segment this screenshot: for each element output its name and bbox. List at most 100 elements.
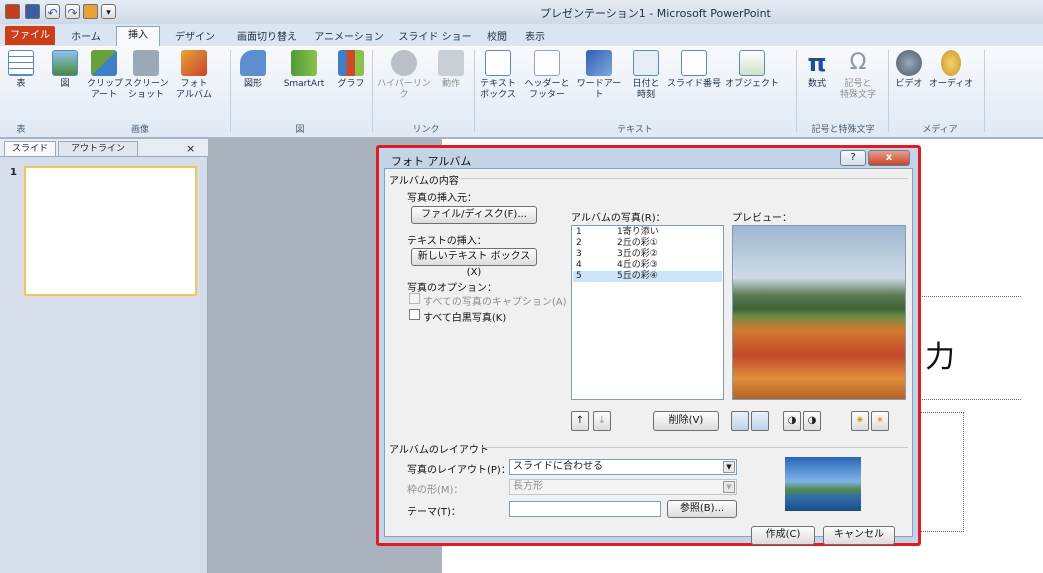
insert-text-label: テキストの挿入：: [407, 236, 487, 247]
theme-input[interactable]: [509, 501, 661, 517]
cancel-button[interactable]: キャンセル: [823, 526, 895, 545]
tab-home[interactable]: ホーム: [66, 28, 106, 43]
brightness-down-icon[interactable]: ✶: [871, 411, 889, 431]
tab-transitions[interactable]: 画面切り替え: [234, 28, 300, 43]
wordart-button[interactable]: ワードアート: [574, 50, 624, 101]
symbol-label: 記号と 特殊文字: [839, 79, 876, 100]
undo-icon[interactable]: ↶: [45, 4, 60, 20]
screenshot-icon: [133, 50, 159, 76]
tab-slideshow[interactable]: スライド ショー: [398, 28, 472, 43]
tab-design[interactable]: デザイン: [170, 28, 220, 43]
photo-album-label: フォト アルバム: [176, 79, 212, 100]
photo-album-qat-icon[interactable]: [83, 4, 98, 19]
clipart-icon: [91, 50, 117, 76]
wordart-icon: [586, 50, 612, 76]
audio-button[interactable]: オーディオ: [928, 50, 974, 90]
tab-view[interactable]: 表示: [520, 28, 550, 43]
audio-label: オーディオ: [928, 79, 974, 89]
file-disk-button[interactable]: ファイル/ディスク(F)...: [411, 206, 537, 224]
picture-button[interactable]: 図: [50, 50, 80, 90]
symbol-button[interactable]: Ω 記号と 特殊文字: [836, 50, 880, 101]
photo-list[interactable]: 1 1寄り添い 2 2丘の彩① 3 3丘の彩② 4 4丘の彩③ 5 5丘の彩④: [571, 225, 724, 400]
subtitle-placeholder[interactable]: [918, 412, 964, 532]
hyperlink-label: ハイパーリンク: [377, 79, 431, 100]
action-button[interactable]: 動作: [436, 50, 466, 90]
window-title: プレゼンテーション1 - Microsoft PowerPoint: [540, 7, 771, 20]
black-white-checkbox[interactable]: [409, 309, 420, 320]
black-white-label[interactable]: すべて白黒写真(K): [423, 309, 506, 324]
slide-thumbnail[interactable]: [24, 166, 197, 296]
pane-tabs: スライド アウトライン ×: [0, 139, 208, 157]
chart-button[interactable]: グラフ: [336, 50, 366, 90]
tab-file[interactable]: ファイル: [5, 26, 55, 45]
captions-checkbox: [409, 293, 420, 304]
tab-animations[interactable]: アニメーション: [312, 28, 386, 43]
group-label-links: リンク: [412, 125, 440, 135]
chart-label: グラフ: [337, 79, 365, 89]
group-label-images: 画像: [130, 125, 149, 135]
album-layout-group: アルバムのレイアウト: [389, 445, 489, 456]
list-item[interactable]: 2 2丘の彩①: [573, 238, 722, 249]
contrast-down-icon[interactable]: ◑: [803, 411, 821, 431]
table-button[interactable]: 表: [6, 50, 36, 90]
textbox-button[interactable]: テキスト ボックス: [478, 50, 518, 101]
video-button[interactable]: ビデオ: [894, 50, 924, 90]
object-button[interactable]: オブジェクト: [724, 50, 780, 90]
list-item[interactable]: 4 4丘の彩③: [573, 260, 722, 271]
date-time-button[interactable]: 日付と 時刻: [628, 50, 664, 101]
header-footer-button[interactable]: ヘッダーと フッター: [520, 50, 574, 101]
customize-qat-icon[interactable]: ▾: [101, 4, 116, 19]
delete-button[interactable]: 削除(V): [653, 411, 719, 431]
tab-slides[interactable]: スライド: [4, 141, 56, 156]
slides-pane: スライド アウトライン × 1: [0, 139, 208, 573]
rotate-left-icon[interactable]: [731, 411, 749, 431]
equation-button[interactable]: π 数式: [802, 50, 832, 90]
hyperlink-button[interactable]: ハイパーリンク: [376, 50, 432, 101]
browse-button[interactable]: 参照(B)...: [667, 500, 737, 518]
smartart-button[interactable]: SmartArt: [276, 50, 332, 90]
chevron-down-icon[interactable]: ▼: [723, 461, 735, 473]
pi-icon: π: [807, 49, 827, 77]
header-footer-label: ヘッダーと フッター: [524, 79, 570, 100]
move-up-button[interactable]: ↑: [571, 411, 589, 431]
clipart-button[interactable]: クリップ アート: [87, 50, 123, 101]
slide-number-label: スライド番号: [666, 79, 721, 89]
preview-label: プレビュー：: [732, 213, 792, 224]
brightness-up-icon[interactable]: ✷: [851, 411, 869, 431]
list-item[interactable]: 3 3丘の彩②: [573, 249, 722, 260]
list-item[interactable]: 1 1寄り添い: [573, 227, 722, 238]
equation-label: 数式: [807, 79, 826, 89]
contrast-up-icon[interactable]: ◑: [783, 411, 801, 431]
help-button[interactable]: ?: [840, 150, 866, 166]
frame-shape-value: 長方形: [513, 481, 543, 492]
smartart-label: SmartArt: [283, 79, 325, 89]
redo-icon[interactable]: ↷: [65, 4, 80, 20]
date-time-label: 日付と 時刻: [632, 79, 660, 100]
tab-review[interactable]: 校閲: [482, 28, 512, 43]
group-separator: [474, 50, 475, 132]
photo-options-label: 写真のオプション：: [407, 283, 497, 294]
group-separator: [230, 50, 231, 132]
smartart-icon: [291, 50, 317, 76]
picture-layout-select[interactable]: スライドに合わせる ▼: [509, 459, 737, 475]
screenshot-label: スクリーン ショット: [124, 79, 169, 100]
chart-icon: [338, 50, 364, 76]
list-item-selected[interactable]: 5 5丘の彩④: [573, 271, 722, 282]
move-down-button[interactable]: ↓: [593, 411, 611, 431]
slide-number-button[interactable]: スライド番号: [666, 50, 722, 90]
close-button[interactable]: x: [868, 150, 910, 166]
pane-close-icon[interactable]: ×: [186, 142, 195, 155]
picture-layout-value: スライドに合わせる: [513, 461, 603, 472]
screenshot-button[interactable]: スクリーン ショット: [124, 50, 169, 101]
new-textbox-button[interactable]: 新しいテキスト ボックス(X): [411, 248, 537, 278]
tab-insert[interactable]: 挿入: [116, 26, 160, 46]
picture-layout-label: 写真のレイアウト(P)：: [407, 465, 511, 476]
rotate-right-icon[interactable]: [751, 411, 769, 431]
tab-outline[interactable]: アウトライン: [58, 141, 138, 156]
shapes-button[interactable]: 図形: [238, 50, 268, 90]
photo-album-button[interactable]: フォト アルバム: [172, 50, 216, 101]
ribbon-tabs: ファイル ホーム 挿入 デザイン 画面切り替え アニメーション スライド ショー…: [0, 24, 1043, 46]
powerpoint-logo-icon[interactable]: [5, 4, 20, 19]
save-icon[interactable]: [25, 4, 40, 19]
create-button[interactable]: 作成(C): [751, 526, 815, 545]
